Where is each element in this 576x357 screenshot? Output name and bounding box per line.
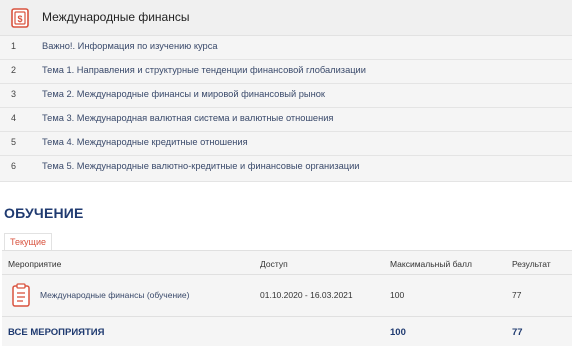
- topic-row[interactable]: 5 Тема 4. Международные кредитные отноше…: [0, 132, 572, 156]
- total-max-score: 100: [390, 327, 406, 338]
- topic-number: 1: [11, 41, 17, 51]
- column-header-result: Результат: [512, 259, 551, 269]
- table-header: Мероприятие Доступ Максимальный балл Рез…: [2, 251, 572, 275]
- access-period: 01.10.2020 - 16.03.2021: [260, 290, 353, 300]
- table-row[interactable]: Международные финансы (обучение) 01.10.2…: [2, 275, 572, 317]
- course-title[interactable]: Международные финансы: [42, 10, 189, 24]
- topic-row[interactable]: 3 Тема 2. Международные финансы и мирово…: [0, 84, 572, 108]
- topic-link[interactable]: Тема 3. Международная валютная система и…: [42, 113, 333, 123]
- topic-number: 2: [11, 65, 17, 75]
- topic-row[interactable]: 2 Тема 1. Направления и структурные тенд…: [0, 60, 572, 84]
- column-header-max-score: Максимальный балл: [390, 259, 472, 269]
- event-link[interactable]: Международные финансы (обучение): [40, 290, 189, 300]
- column-header-access: Доступ: [260, 259, 288, 269]
- topic-link[interactable]: Тема 1. Направления и структурные тенден…: [42, 65, 366, 75]
- total-label: ВСЕ МЕРОПРИЯТИЯ: [8, 327, 105, 338]
- tab-current[interactable]: Текущие: [4, 233, 52, 250]
- topic-row[interactable]: 4 Тема 3. Международная валютная система…: [0, 108, 572, 132]
- topic-link[interactable]: Важно!. Информация по изучению курса: [42, 41, 218, 51]
- topic-number: 6: [11, 161, 17, 171]
- course-header[interactable]: $ Международные финансы: [0, 0, 572, 36]
- topic-row[interactable]: 6 Тема 5. Международные валютно-кредитны…: [0, 156, 572, 180]
- section-title: ОБУЧЕНИЕ: [4, 205, 84, 221]
- topic-link[interactable]: Тема 2. Международные финансы и мировой …: [42, 89, 325, 99]
- max-score: 100: [390, 290, 405, 300]
- topic-link[interactable]: Тема 4. Международные кредитные отношени…: [42, 137, 248, 147]
- course-book-icon: $: [11, 8, 29, 28]
- topic-row[interactable]: 1 Важно!. Информация по изучению курса: [0, 36, 572, 60]
- svg-text:$: $: [17, 14, 22, 24]
- clipboard-icon: [12, 283, 30, 307]
- course-card: $ Международные финансы 1 Важно!. Информ…: [0, 0, 572, 182]
- topic-number: 4: [11, 113, 17, 123]
- total-result: 77: [512, 327, 523, 338]
- topic-number: 5: [11, 137, 17, 147]
- column-header-event: Мероприятие: [8, 259, 62, 269]
- events-table: Мероприятие Доступ Максимальный балл Рез…: [2, 250, 572, 346]
- topic-number: 3: [11, 89, 17, 99]
- result: 77: [512, 290, 522, 300]
- topic-link[interactable]: Тема 5. Международные валютно-кредитные …: [42, 161, 359, 171]
- table-total-row: ВСЕ МЕРОПРИЯТИЯ 100 77: [2, 317, 572, 347]
